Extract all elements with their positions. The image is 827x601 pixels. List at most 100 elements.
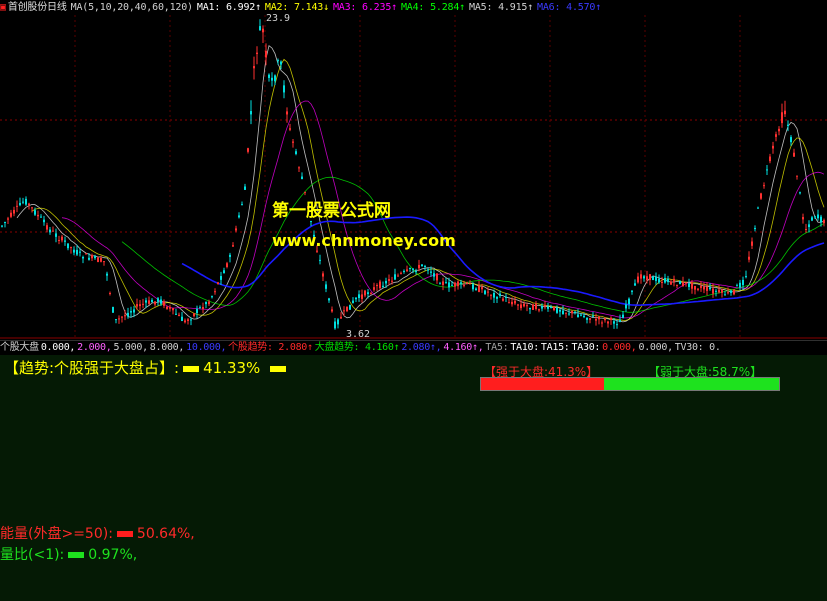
candle-body [547, 306, 549, 309]
candle-body [88, 257, 90, 260]
candle-body [319, 259, 321, 261]
candle-body [640, 274, 642, 279]
candle-body [85, 253, 87, 255]
candle-body [508, 302, 510, 304]
candle-body [277, 60, 279, 62]
indicator-v3: 5.000, [113, 342, 148, 353]
candle-body [496, 297, 498, 299]
candle-body [31, 207, 33, 209]
candle-body [328, 298, 330, 301]
energy-line: 能量(外盘>=50): 50.64%, [0, 523, 195, 543]
candle-body [250, 111, 252, 115]
candle-body [463, 285, 465, 287]
candlestick-chart-area[interactable]: ▣ 首创股份日线 MA(5,10,20,40,60,120) MA1: 6.992↑ M… [0, 0, 827, 340]
watermark-url: www.chnmoney.com [272, 231, 456, 250]
candle-body [655, 276, 657, 281]
candle-body [493, 293, 495, 298]
candle-body [52, 230, 54, 232]
candle-body [340, 316, 342, 319]
energy-label: 能量(外盘>=50): [0, 526, 113, 542]
candle-body [403, 270, 405, 272]
candle-body [37, 214, 39, 217]
candle-body [538, 309, 540, 311]
candle-body [28, 203, 30, 206]
watermark-title: 第一股票公式网 [272, 201, 391, 221]
candle-body [487, 291, 489, 293]
candle-body [7, 218, 9, 220]
candle-body [268, 74, 270, 78]
candle-body [346, 306, 348, 312]
indicator-panel[interactable]: 【趋势:个股强于大盘占】: 41.33% 【强于大盘:41.3%】 【弱于大盘:5… [0, 355, 827, 601]
trend-value: 41.33% [203, 359, 261, 377]
candle-body [529, 307, 531, 310]
candle-body [484, 290, 486, 294]
indicator-name[interactable]: 个股大盘 [0, 342, 39, 353]
candle-body [685, 282, 687, 284]
candle-body [406, 269, 408, 272]
candle-body [289, 128, 291, 130]
stock-software-window: ▣ 首创股份日线 MA(5,10,20,40,60,120) MA1: 6.992↑ M… [0, 0, 827, 601]
candle-body [262, 28, 264, 33]
candle-body [412, 268, 414, 270]
candle-body [91, 255, 93, 259]
candle-body [4, 222, 6, 224]
candle-body [784, 110, 786, 115]
candle-body [280, 61, 282, 65]
candle-body [184, 320, 186, 323]
candle-body [691, 282, 693, 289]
candle-body [151, 299, 153, 303]
candle-body [631, 290, 633, 292]
candle-body [817, 214, 819, 219]
candle-body [388, 279, 390, 281]
window-menu-icon[interactable]: ▣ [0, 2, 6, 13]
candle-body [427, 269, 429, 271]
candle-body [253, 66, 255, 69]
candle-body [505, 296, 507, 298]
candle-body [178, 314, 180, 317]
candle-body [67, 243, 69, 249]
candle-body [517, 304, 519, 306]
candle-body [364, 290, 366, 296]
candle-body [358, 294, 360, 299]
candle-body [712, 288, 714, 294]
market-trend-value: 大盘趋势: 4.160↑ [314, 342, 400, 353]
indicator-v9: 0.000, [638, 342, 673, 353]
candle-body [325, 284, 327, 289]
ma6-value: MA6: 4.570↑ [537, 2, 602, 13]
trend-swatch-2 [270, 365, 287, 372]
candle-body [703, 286, 705, 290]
candle-body [82, 256, 84, 259]
candle-body [439, 283, 441, 285]
candle-body [22, 201, 24, 203]
candle-body [139, 304, 141, 307]
candle-body [130, 311, 132, 313]
candle-body [274, 75, 276, 82]
candle-body [616, 324, 618, 326]
candle-body [64, 240, 66, 242]
ma4-value: MA4: 5.284↑ [400, 2, 465, 13]
candle-body [46, 225, 48, 230]
period-label[interactable]: 日线 [47, 2, 67, 13]
candle-body [256, 52, 258, 55]
candle-body [226, 263, 228, 268]
candle-body [481, 287, 483, 290]
candle-body [136, 304, 138, 307]
ma2-value: MA2: 7.143↓ [264, 2, 329, 13]
candle-body [760, 193, 762, 199]
ma1-value: MA1: 6.992↑ [196, 2, 261, 13]
candle-body [301, 176, 303, 180]
candle-body [109, 292, 111, 294]
candle-body [232, 245, 234, 247]
candle-body [79, 251, 81, 253]
candle-body [775, 134, 777, 137]
candle-body [73, 249, 75, 253]
candle-body [544, 304, 546, 307]
candle-body [154, 301, 156, 305]
candle-body [478, 285, 480, 292]
candle-body [76, 249, 78, 255]
candle-body [532, 304, 534, 310]
candle-body [724, 294, 726, 296]
candle-body [619, 320, 621, 323]
candle-body [583, 315, 585, 318]
price-chart-canvas[interactable] [0, 0, 827, 340]
